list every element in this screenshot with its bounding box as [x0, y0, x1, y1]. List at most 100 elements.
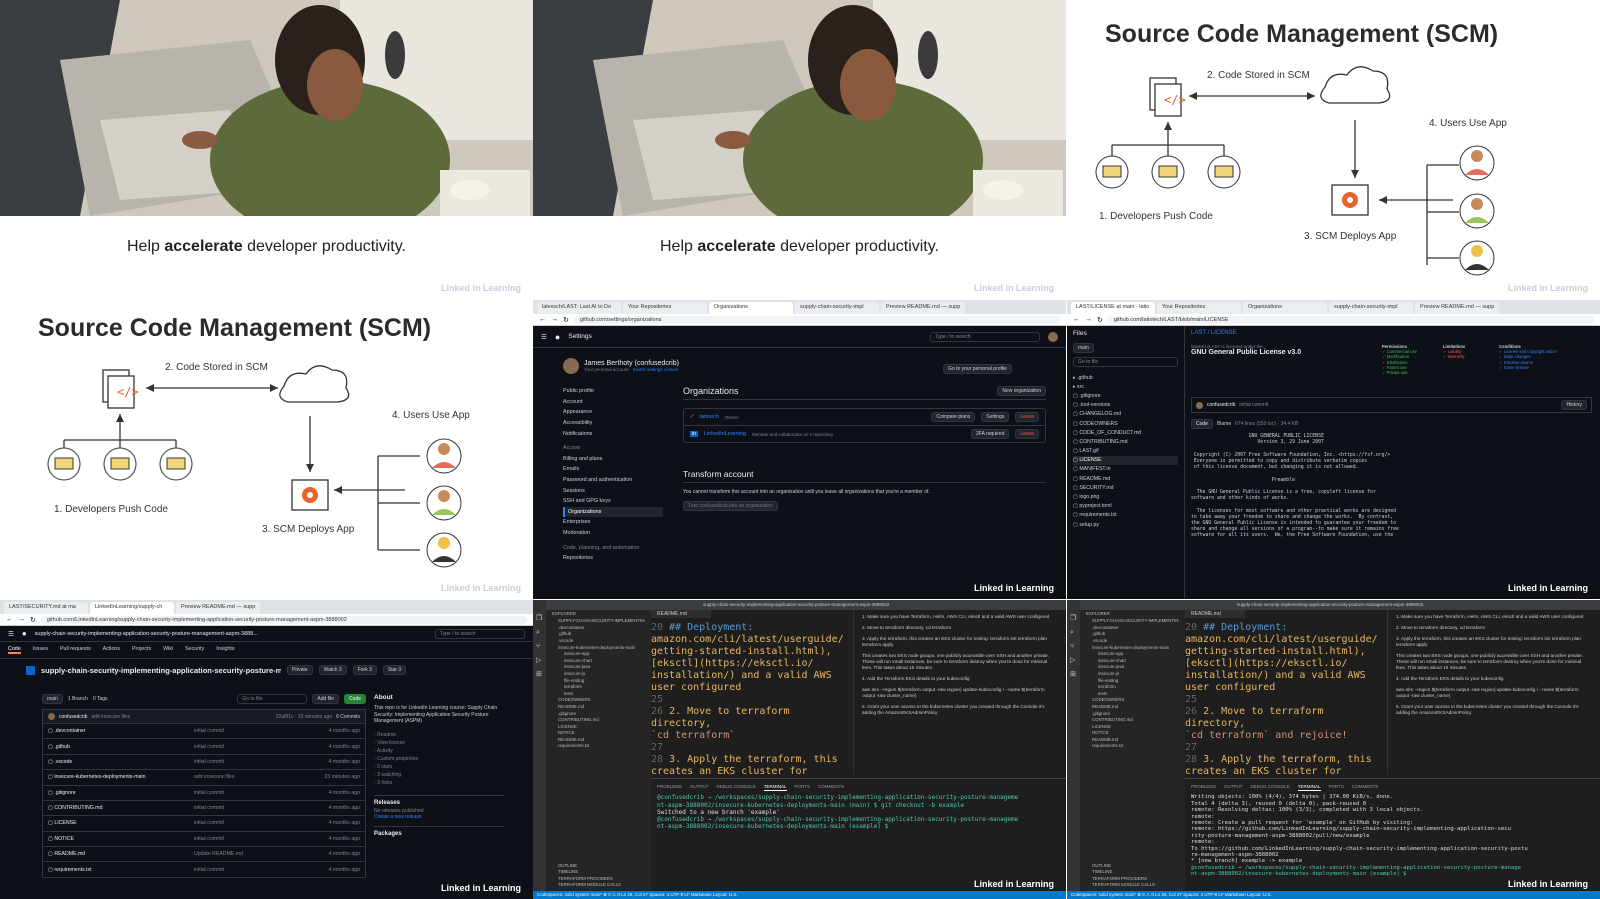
about-link[interactable]: ◦ Readme: [374, 731, 504, 739]
terminal-tab-comments[interactable]: COMMENTS: [818, 783, 844, 791]
file-name[interactable]: ▢ requirements.txt: [48, 867, 188, 873]
file-name[interactable]: ▢ insecure-kubernetes-deployments-main: [48, 774, 188, 780]
blame-tab[interactable]: Blame: [1217, 421, 1231, 427]
file-commit-message[interactable]: initial commit: [194, 820, 323, 826]
repo-nav-actions[interactable]: Actions: [103, 646, 120, 654]
command-center[interactable]: supply-chain-security-implementing-appli…: [533, 600, 1066, 610]
file-tree-item[interactable]: ▢ pyproject.toml: [1073, 502, 1178, 511]
new-organization-button[interactable]: New organization: [997, 386, 1046, 396]
file-tree-item[interactable]: ▢ SECURITY.md: [1073, 483, 1178, 492]
about-link[interactable]: ◦ 3 watching: [374, 771, 504, 779]
file-commit-message[interactable]: add insecure files: [194, 774, 319, 780]
file-row[interactable]: ▢ .github initial commit 4 months ago: [42, 739, 366, 755]
github-logo-icon[interactable]: ●: [22, 629, 27, 638]
browser-tab[interactable]: Organizations: [1243, 302, 1327, 314]
file-row[interactable]: ▢ LICENSE initial commit 4 months ago: [42, 816, 366, 832]
browser-tab[interactable]: LAST/SECURITY.md at ma: [4, 602, 88, 614]
fork-button[interactable]: Fork 3: [352, 665, 377, 675]
explorer-item[interactable]: .vscode: [1086, 637, 1179, 644]
terminal-tab-output[interactable]: OUTPUT: [1224, 783, 1243, 791]
file-commit-message[interactable]: initial commit: [194, 805, 323, 811]
file-name[interactable]: ▢ LICENSE: [48, 820, 188, 826]
sidebar-item[interactable]: Emails: [563, 464, 663, 475]
explorer-item[interactable]: CODEOWNERS: [552, 697, 645, 704]
file-name[interactable]: ▢ README.md: [48, 851, 188, 857]
watch-button[interactable]: Watch 3: [318, 665, 347, 675]
explorer-item[interactable]: terraform: [552, 683, 645, 690]
file-name[interactable]: ▢ CONTRIBUTING.md: [48, 805, 188, 811]
file-tree-item[interactable]: ▸ .github: [1073, 373, 1178, 382]
repo-nav-code[interactable]: Code: [8, 646, 21, 654]
explorer-icon[interactable]: ❐: [1070, 612, 1077, 626]
back-icon[interactable]: ←: [1073, 316, 1080, 323]
sidebar-item[interactable]: Sessions: [563, 485, 663, 496]
repo-nav-issues[interactable]: Issues: [33, 646, 48, 654]
explorer-item[interactable]: .github: [1086, 631, 1179, 638]
menu-icon[interactable]: ☰: [8, 630, 14, 638]
repo-nav-projects[interactable]: Projects: [132, 646, 151, 654]
file-tree-item[interactable]: ▸ src: [1073, 382, 1178, 391]
explorer-item[interactable]: NOTICE: [1086, 729, 1179, 736]
branch-selector[interactable]: main: [42, 694, 63, 704]
github-logo-icon[interactable]: ●: [555, 332, 560, 342]
sidebar-item[interactable]: Notifications: [563, 428, 663, 439]
explorer-section-header[interactable]: TERRAFORM PROVIDERS: [552, 875, 627, 882]
explorer-item[interactable]: insecure-kubernetes-deployments-main: [552, 644, 645, 651]
sidebar-item[interactable]: Repositories: [563, 553, 663, 564]
file-name[interactable]: ▢ NOTICE: [48, 836, 188, 842]
explorer-item[interactable]: CODEOWNERS: [1086, 697, 1179, 704]
browser-tab[interactable]: Your Repositories: [623, 302, 707, 314]
file-row[interactable]: ▢ CONTRIBUTING.md initial commit 4 months …: [42, 800, 366, 817]
about-link[interactable]: ◦ 3 forks: [374, 779, 504, 787]
commit-user[interactable]: confusedcrib: [1207, 402, 1235, 408]
org-name-link[interactable]: LinkedInLearning: [704, 431, 746, 437]
explorer-item[interactable]: LICENSE: [1086, 723, 1179, 730]
explorer-item[interactable]: insecure-chart: [1086, 657, 1179, 664]
branch-selector[interactable]: main: [1073, 343, 1094, 353]
explorer-item[interactable]: SUPPLY-CHAIN-SECURITY-IMPLEMENTING-AP...: [552, 617, 645, 624]
file-tree-item[interactable]: ▢ CODE_OF_CONDUCT.md: [1073, 428, 1178, 437]
reload-icon[interactable]: ↻: [1097, 316, 1103, 324]
sidebar-item[interactable]: Billing and plans: [563, 454, 663, 465]
browser-tab[interactable]: supply-chain-security-impl: [1329, 302, 1413, 314]
editor[interactable]: README.md 20 ## Deployment: amazon.com/c…: [651, 610, 851, 777]
history-button[interactable]: History: [1561, 400, 1587, 411]
commit-message[interactable]: initial commit: [1239, 402, 1268, 408]
go-to-profile-button[interactable]: Go to your personal profile: [943, 364, 1012, 374]
browser-tab-active[interactable]: LinkedInLearning/supply-ch: [90, 602, 174, 614]
back-icon[interactable]: ←: [6, 616, 13, 623]
terminal-tab-problems[interactable]: PROBLEMS: [1191, 783, 1216, 791]
leave-org-button[interactable]: Leave: [1015, 429, 1039, 439]
file-row[interactable]: ▢ .vscode initial commit 4 months ago: [42, 754, 366, 771]
repo-nav-pull-requests[interactable]: Pull requests: [60, 646, 91, 654]
repo-nav-insights[interactable]: Insights: [216, 646, 234, 654]
leave-org-button[interactable]: Leave: [1015, 412, 1039, 422]
go-to-file-input[interactable]: Go to file: [237, 694, 308, 704]
address-bar[interactable]: github.com/latiotech/LAST/blob/main/LICE…: [1107, 315, 1594, 324]
explorer-item[interactable]: requirements.txt: [552, 743, 645, 750]
editor[interactable]: README.md 20 ## Deployment: amazon.com/c…: [1185, 610, 1385, 777]
explorer-section-header[interactable]: OUTLINE: [552, 862, 627, 869]
file-row[interactable]: ▢ requirements.txt initial commit 4 months…: [42, 862, 366, 878]
explorer-item[interactable]: .github: [552, 631, 645, 638]
file-row[interactable]: ▢ .devcontainer initial commit 4 months ag…: [42, 724, 366, 740]
search-input[interactable]: Type / to search: [930, 331, 1040, 342]
file-row[interactable]: ▢ README.md Update README.md 4 months ago: [42, 847, 366, 863]
go-to-file-input[interactable]: Go to file: [1073, 357, 1178, 367]
explorer-item[interactable]: insecure-kubernetes-deployments-main: [1086, 644, 1179, 651]
run-debug-icon[interactable]: ▷: [1070, 654, 1077, 668]
explorer-section-header[interactable]: OUTLINE: [1086, 862, 1161, 869]
forward-icon[interactable]: →: [1085, 316, 1092, 323]
explorer-item[interactable]: .vscode: [552, 637, 645, 644]
back-icon[interactable]: ←: [539, 316, 546, 323]
browser-tab[interactable]: supply-chain-security-impl: [795, 302, 879, 314]
explorer-section-header[interactable]: TERRAFORM MODULE CALLS: [552, 882, 627, 889]
explorer-item[interactable]: .devcontainer: [552, 624, 645, 631]
star-button[interactable]: Star 0: [382, 665, 407, 675]
file-tree-item[interactable]: ▢ LAST.gif: [1073, 447, 1178, 456]
explorer-item[interactable]: .gitignore: [552, 710, 645, 717]
status-bar[interactable]: Codespaces: solid system main* ⊗ 0 ⚠ 0 L…: [533, 891, 1066, 899]
explorer-item[interactable]: CONTRIBUTING.md: [552, 716, 645, 723]
extensions-icon[interactable]: ⊞: [536, 668, 543, 682]
file-commit-message[interactable]: initial commit: [194, 759, 323, 765]
